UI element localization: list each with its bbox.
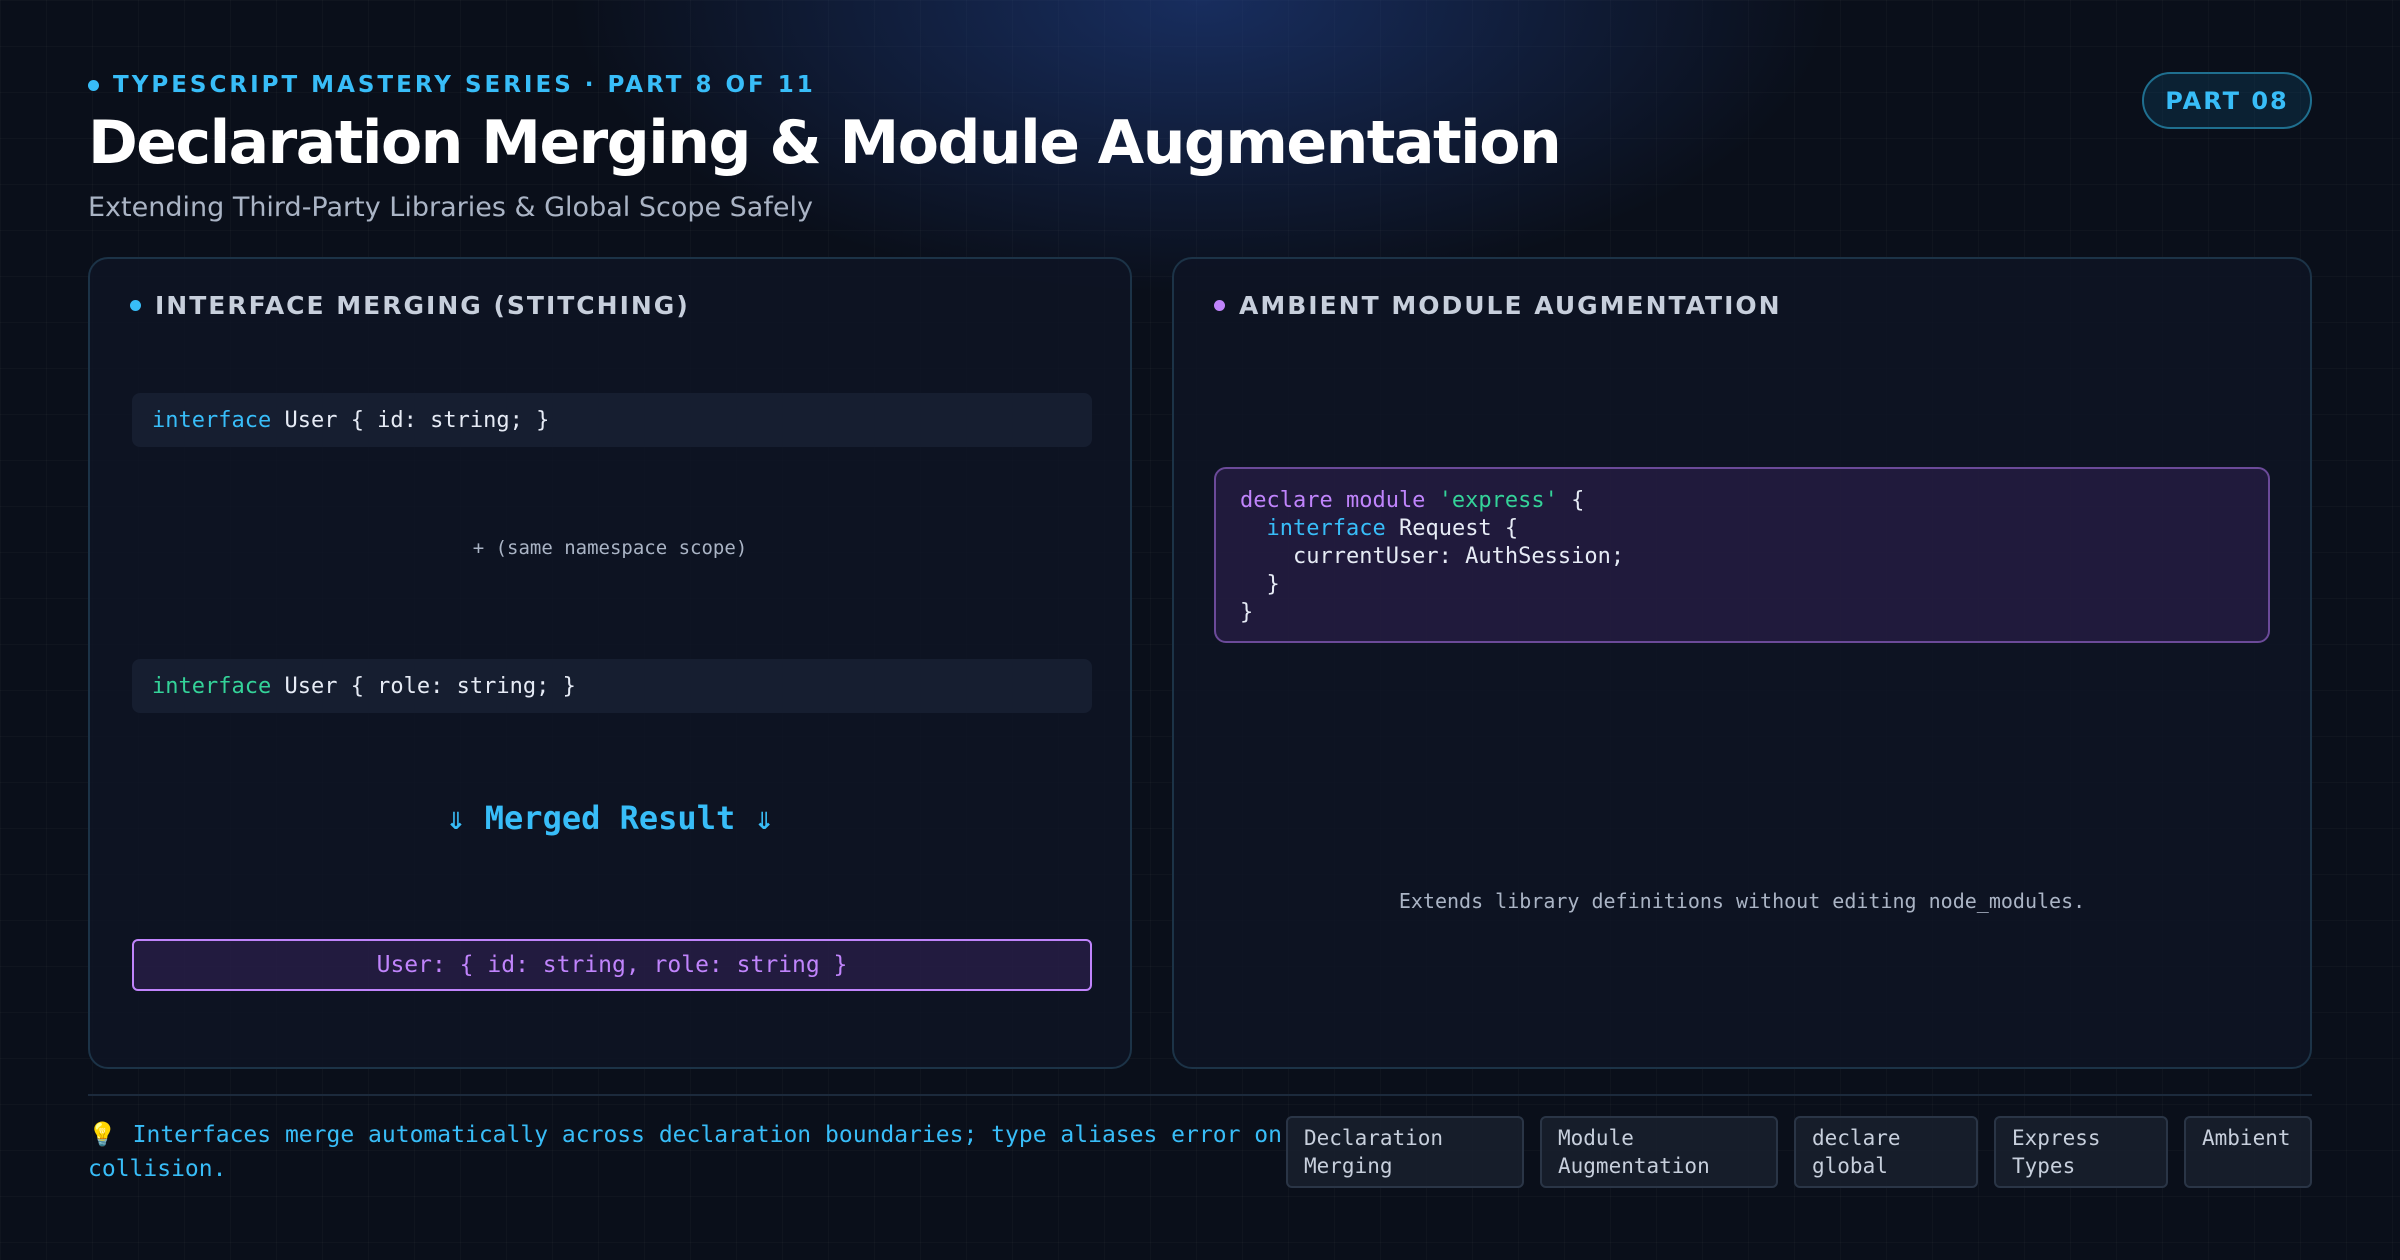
code-line: interface Request { <box>1240 515 2244 543</box>
panel-label-module-augmentation: AMBIENT MODULE AUGMENTATION <box>1214 291 1782 320</box>
tag-line: global <box>1812 1154 1888 1178</box>
scope-note: + (same namespace scope) <box>472 537 748 559</box>
tag-declare-global: declare global <box>1794 1116 1978 1188</box>
code-line-user-id: interface User { id: string; } <box>132 393 1092 447</box>
code-keyword: interface <box>152 407 272 433</box>
code-text: Request { <box>1385 516 1519 541</box>
code-line: declare module 'express' { <box>1240 487 2244 515</box>
code-keyword: interface <box>1266 516 1386 541</box>
page-title: Declaration Merging & Module Augmentatio… <box>88 108 1562 178</box>
code-string: 'express' <box>1438 488 1558 513</box>
code-line: currentUser: AuthSession; <box>1240 544 1625 569</box>
tag-ambient: Ambient <box>2184 1116 2312 1188</box>
tag-line: Ambient <box>2202 1126 2291 1150</box>
tag-line: Express <box>2012 1126 2101 1150</box>
merged-result-box: User: { id: string, role: string } <box>132 939 1092 991</box>
tag-line: Merging <box>1304 1154 1393 1178</box>
extends-note: Extends library definitions without edit… <box>1398 889 2086 913</box>
tag-line: declare <box>1812 1126 1901 1150</box>
code-text: User { id: string; } <box>271 407 550 433</box>
footer-divider <box>88 1094 2312 1096</box>
tag-line: Declaration <box>1304 1126 1444 1150</box>
eyebrow-text: TYPESCRIPT MASTERY SERIES · PART 8 OF 11 <box>113 72 816 98</box>
tip-text: Interfaces merge automatically across de… <box>88 1122 1282 1182</box>
page-subtitle: Extending Third-Party Libraries & Global… <box>88 192 813 223</box>
series-eyebrow: TYPESCRIPT MASTERY SERIES · PART 8 OF 11 <box>88 72 816 98</box>
footer-tip: 💡 Interfaces merge automatically across d… <box>88 1118 1293 1186</box>
interface-merging-panel: INTERFACE MERGING (STITCHING) interface … <box>88 257 1132 1069</box>
code-line-user-role: interface User { role: string; } <box>132 659 1092 713</box>
panel-label-text: AMBIENT MODULE AUGMENTATION <box>1239 291 1782 320</box>
panel-dot-icon <box>1214 300 1225 311</box>
tag-line: Module <box>1558 1126 1634 1150</box>
topic-tags: Declaration Merging Module Augmentation de… <box>1286 1116 2312 1188</box>
module-augmentation-panel: AMBIENT MODULE AUGMENTATION declare modu… <box>1172 257 2312 1069</box>
augmentation-code-block: declare module 'express' { interface Req… <box>1214 467 2270 643</box>
panel-label-interface-merging: INTERFACE MERGING (STITCHING) <box>130 291 690 320</box>
tag-line: Augmentation <box>1558 1154 1710 1178</box>
lightbulb-icon: 💡 <box>88 1122 117 1148</box>
code-text: { <box>1557 488 1585 513</box>
tag-declaration-merging: Declaration Merging <box>1286 1116 1524 1188</box>
code-line: } <box>1240 572 1280 597</box>
code-text: User { role: string; } <box>271 673 576 699</box>
panel-label-text: INTERFACE MERGING (STITCHING) <box>155 291 690 320</box>
part-badge: PART 08 <box>2142 72 2312 129</box>
code-keyword: interface <box>152 673 272 699</box>
code-keyword: declare module <box>1240 488 1426 513</box>
tag-express-types: Express Types <box>1994 1116 2168 1188</box>
merged-result-heading: ⇓ Merged Result ⇓ <box>446 799 774 837</box>
eyebrow-dot-icon <box>88 79 99 91</box>
tag-module-augmentation: Module Augmentation <box>1540 1116 1778 1188</box>
code-line: } <box>1240 600 1254 625</box>
tag-line: Types <box>2012 1154 2076 1178</box>
panel-dot-icon <box>130 300 141 311</box>
